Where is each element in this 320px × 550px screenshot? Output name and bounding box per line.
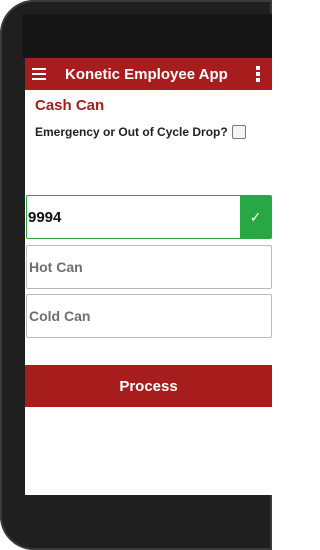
can-code-field[interactable]: 9994 ✓ — [26, 195, 272, 239]
hot-can-input[interactable]: Hot Can — [26, 245, 272, 289]
can-code-value: 9994 — [28, 208, 62, 226]
emergency-checkbox[interactable] — [231, 125, 246, 139]
emergency-label: Emergency or Out of Cycle Drop? — [35, 125, 228, 139]
phone-frame: Konetic Employee App Cash Can Emergency … — [0, 0, 272, 550]
section-title: Cash Can — [35, 97, 105, 114]
phone-top-bezel — [22, 14, 272, 58]
hot-can-placeholder: Hot Can — [29, 259, 83, 275]
cold-can-placeholder: Cold Can — [29, 308, 91, 324]
app-title: Konetic Employee App — [65, 65, 228, 83]
app-bar: Konetic Employee App — [25, 58, 272, 90]
app-screen: Konetic Employee App Cash Can Emergency … — [25, 58, 272, 495]
overflow-menu-icon[interactable] — [256, 66, 260, 83]
hamburger-menu-icon[interactable] — [32, 68, 46, 80]
cold-can-input[interactable]: Cold Can — [26, 294, 272, 338]
valid-check-icon: ✓ — [240, 196, 271, 238]
process-button[interactable]: Process — [25, 365, 272, 407]
emergency-row: Emergency or Out of Cycle Drop? — [35, 123, 272, 141]
